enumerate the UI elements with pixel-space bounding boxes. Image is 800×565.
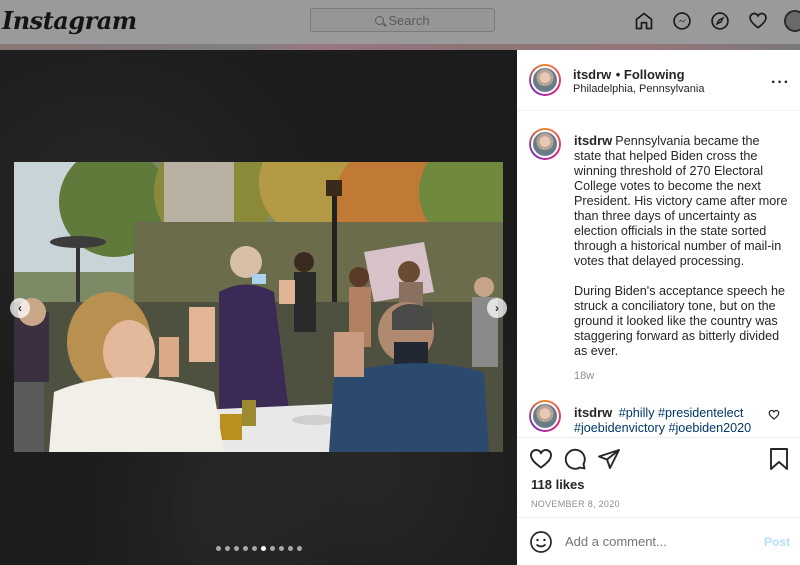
messenger-icon[interactable] <box>670 9 694 33</box>
following-label[interactable]: • Following <box>616 67 685 82</box>
carousel-dot <box>288 546 293 551</box>
caption-text-2: During Biden's acceptance speech he stru… <box>574 284 786 358</box>
media-panel: ‹ › <box>0 50 517 565</box>
photo-illustration <box>14 162 503 452</box>
more-options-button[interactable]: ··· <box>771 74 790 92</box>
carousel-dot <box>297 546 302 551</box>
carousel-next-button[interactable]: › <box>487 298 507 318</box>
post-header: itsdrw • Following Philadelphia, Pennsyl… <box>517 50 800 111</box>
top-nav: Instagram Search <box>0 0 800 44</box>
add-comment-input[interactable] <box>565 534 745 549</box>
share-send-icon[interactable] <box>597 447 621 476</box>
comment-avatar[interactable] <box>529 400 561 432</box>
caption-username[interactable]: itsdrw <box>574 133 612 148</box>
home-icon[interactable] <box>632 9 656 33</box>
save-bookmark-icon[interactable] <box>768 447 790 476</box>
comment: itsdrw #philly #presidentelect #joebiden… <box>574 405 789 436</box>
carousel-dot <box>279 546 284 551</box>
comment-username[interactable]: itsdrw <box>574 405 612 420</box>
post-actions: 118 likes NOVEMBER 8, 2020 <box>517 437 800 517</box>
carousel-dot <box>252 546 257 551</box>
add-comment-bar: Post <box>517 517 800 565</box>
author-avatar[interactable] <box>529 64 561 96</box>
post-photo[interactable] <box>14 162 503 452</box>
explore-icon[interactable] <box>708 9 732 33</box>
carousel-dot <box>243 546 248 551</box>
carousel-dot <box>261 546 266 551</box>
carousel-dot <box>225 546 230 551</box>
carousel-dot <box>234 546 239 551</box>
instagram-logo[interactable]: Instagram <box>2 6 137 35</box>
emoji-icon[interactable] <box>529 530 553 559</box>
post-date: NOVEMBER 8, 2020 <box>531 499 620 509</box>
search-icon <box>375 15 385 25</box>
profile-avatar[interactable] <box>784 10 800 32</box>
caption-avatar[interactable] <box>529 128 561 160</box>
carousel-dot <box>270 546 275 551</box>
comments-section: itsdrw Pennsylvania became the state that… <box>517 112 800 437</box>
carousel-prev-button[interactable]: ‹ <box>10 298 30 318</box>
nav-icons <box>632 9 800 33</box>
comment-bubble-icon[interactable] <box>563 447 587 476</box>
caption: itsdrw Pennsylvania became the state that… <box>574 133 789 359</box>
comment-like-heart-icon[interactable] <box>768 408 780 426</box>
activity-heart-icon[interactable] <box>746 9 770 33</box>
like-heart-icon[interactable] <box>529 447 553 476</box>
search-box[interactable]: Search <box>310 8 495 32</box>
caption-timestamp[interactable]: 18w <box>574 370 594 382</box>
post-location[interactable]: Philadelphia, Pennsylvania <box>573 83 704 95</box>
search-placeholder: Search <box>388 12 430 28</box>
carousel-indicator <box>216 546 302 551</box>
carousel-dot <box>216 546 221 551</box>
author-username[interactable]: itsdrw <box>573 67 611 82</box>
caption-text-1: Pennsylvania became the state that helpe… <box>574 134 788 268</box>
likes-count[interactable]: 118 likes <box>531 477 585 492</box>
post-comment-button[interactable]: Post <box>764 535 790 549</box>
post-details-panel: itsdrw • Following Philadelphia, Pennsyl… <box>517 50 800 565</box>
